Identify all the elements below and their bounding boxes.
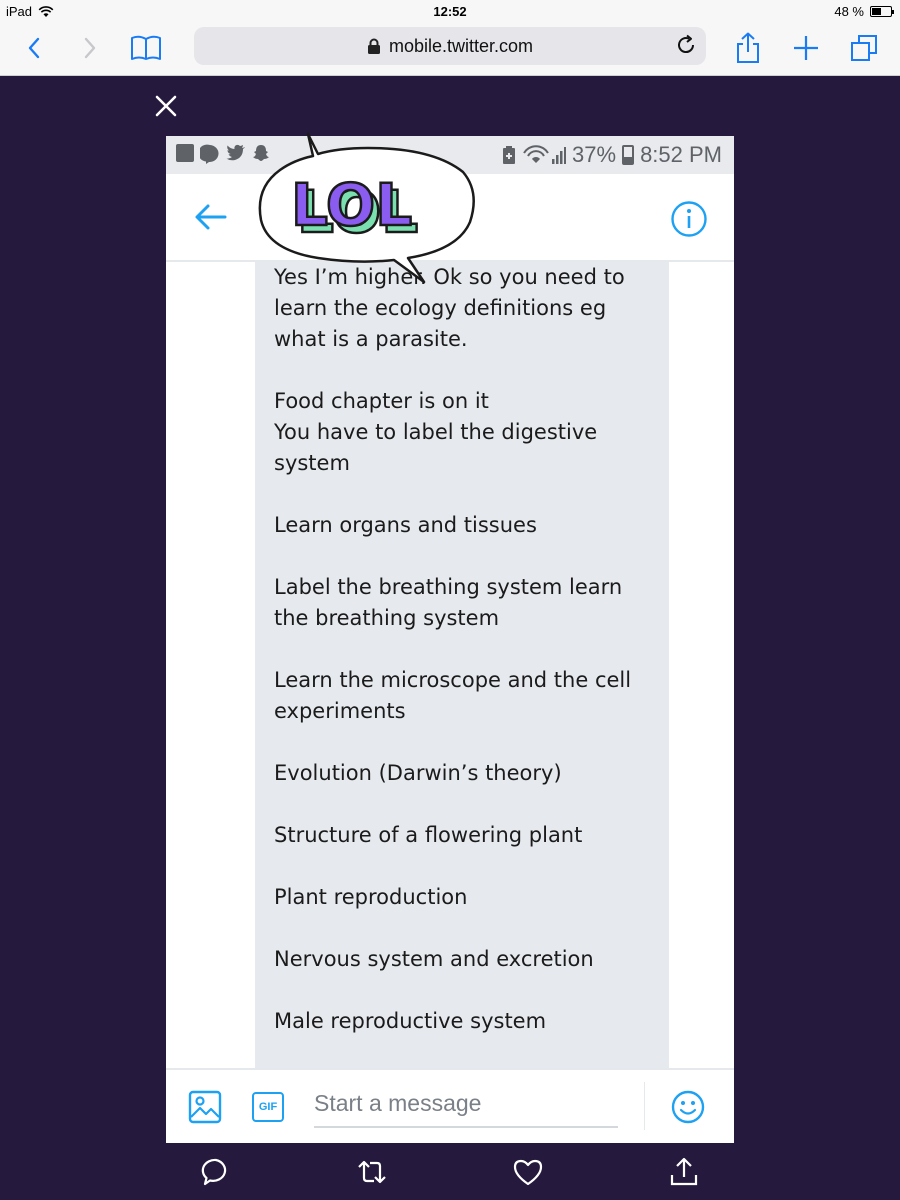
message-paragraph: Learn the microscope and the cell experi… bbox=[274, 668, 632, 723]
like-icon[interactable] bbox=[512, 1156, 544, 1188]
messenger-icon bbox=[200, 144, 219, 164]
lock-icon bbox=[367, 38, 380, 54]
reload-icon[interactable] bbox=[674, 33, 698, 57]
reply-icon[interactable] bbox=[200, 1156, 232, 1188]
image-icon[interactable] bbox=[188, 1090, 222, 1124]
phone-battery-text: 37% bbox=[572, 142, 617, 167]
message-paragraph: Male reproductive system bbox=[274, 1009, 547, 1033]
message-paragraph: Label the breathing system learn the bre… bbox=[274, 575, 623, 630]
gif-button[interactable]: GIF bbox=[252, 1092, 284, 1122]
tweet-actions bbox=[0, 1150, 900, 1194]
url-field[interactable]: mobile.twitter.com bbox=[194, 27, 706, 65]
share-icon[interactable] bbox=[730, 30, 766, 66]
safari-toolbar: mobile.twitter.com bbox=[0, 22, 900, 76]
wifi-signal-icon bbox=[523, 145, 567, 164]
data-saver-icon bbox=[503, 146, 516, 164]
ipad-battery-text: 48 % bbox=[834, 4, 864, 19]
message-paragraph: Plant reproduction bbox=[274, 885, 468, 909]
back-icon[interactable] bbox=[16, 30, 52, 66]
share-icon[interactable] bbox=[668, 1156, 700, 1188]
emoji-icon[interactable] bbox=[671, 1090, 705, 1124]
composer-divider bbox=[644, 1082, 645, 1130]
message-paragraph: Food chapter is on it bbox=[274, 389, 489, 413]
url-text: mobile.twitter.com bbox=[388, 35, 534, 56]
lol-sticker: LOL LOL bbox=[258, 132, 475, 284]
message-paragraph: You have to label the digestive system bbox=[274, 420, 598, 475]
retweet-icon[interactable] bbox=[356, 1156, 388, 1188]
arrow-left-icon[interactable] bbox=[194, 202, 228, 232]
message-text: Yes I’m higher. Ok so you need to learn … bbox=[274, 262, 654, 1037]
message-paragraph: Nervous system and excretion bbox=[274, 947, 594, 971]
ipad-status-bar: iPad 12:52 48 % bbox=[0, 0, 900, 22]
message-paragraph: Structure of a flowering plant bbox=[274, 823, 583, 847]
message-paragraph: Evolution (Darwin’s theory) bbox=[274, 761, 562, 785]
phone-time: 8:52 PM bbox=[640, 142, 722, 167]
message-paragraph: Learn organs and tissues bbox=[274, 513, 537, 537]
tabs-icon[interactable] bbox=[846, 30, 882, 66]
bookmarks-icon[interactable] bbox=[128, 30, 164, 66]
twitter-bird-icon bbox=[226, 144, 245, 161]
lol-sticker-text: LOL bbox=[291, 171, 412, 239]
battery-icon bbox=[870, 6, 894, 17]
new-tab-icon[interactable] bbox=[788, 30, 824, 66]
close-icon[interactable] bbox=[150, 90, 182, 122]
forward-icon[interactable] bbox=[72, 30, 108, 66]
ipad-time: 12:52 bbox=[433, 4, 467, 19]
info-icon[interactable] bbox=[670, 200, 708, 238]
phone-battery-icon bbox=[622, 145, 635, 165]
message-input[interactable]: Start a message bbox=[314, 1086, 618, 1128]
facebook-icon bbox=[176, 144, 194, 162]
message-composer: GIF Start a message bbox=[166, 1068, 734, 1143]
